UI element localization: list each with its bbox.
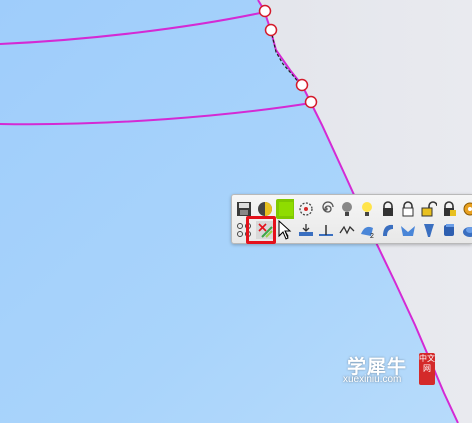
flatten-icon[interactable] — [297, 220, 315, 240]
select-lasso-icon[interactable] — [297, 199, 315, 219]
loft-2-icon[interactable]: 2 — [358, 220, 376, 240]
solid-icon[interactable] — [440, 220, 458, 240]
curve-zigzag-icon[interactable] — [338, 220, 356, 240]
mouse-cursor-icon — [278, 220, 292, 240]
control-point[interactable] — [304, 95, 318, 109]
control-point[interactable] — [295, 78, 309, 92]
bulb-on-icon[interactable] — [358, 199, 376, 219]
spiral-icon[interactable] — [317, 199, 335, 219]
revolve-icon[interactable] — [379, 220, 397, 240]
bulb-icon[interactable] — [338, 199, 356, 219]
surface-normal-icon[interactable] — [317, 220, 335, 240]
color-swatch-icon[interactable] — [276, 199, 294, 219]
lock-dark-icon[interactable] — [379, 199, 397, 219]
watermark-url: xuexiniu.com — [343, 374, 402, 385]
control-point[interactable] — [258, 4, 272, 18]
highlighted-tool-frame — [246, 216, 276, 244]
cap-icon[interactable] — [461, 220, 472, 240]
lock-color-icon[interactable] — [440, 199, 458, 219]
extrude-icon[interactable] — [420, 220, 438, 240]
svg-text:2: 2 — [370, 233, 374, 238]
gear-icon[interactable] — [461, 199, 472, 219]
unlock-icon[interactable] — [420, 199, 438, 219]
control-point[interactable] — [264, 23, 278, 37]
sweep-icon[interactable] — [399, 220, 417, 240]
watermark: 学犀牛 xuexiniu.com 中文网 — [339, 352, 438, 388]
lock-icon[interactable] — [399, 199, 417, 219]
watermark-seal: 中文网 — [419, 353, 435, 385]
